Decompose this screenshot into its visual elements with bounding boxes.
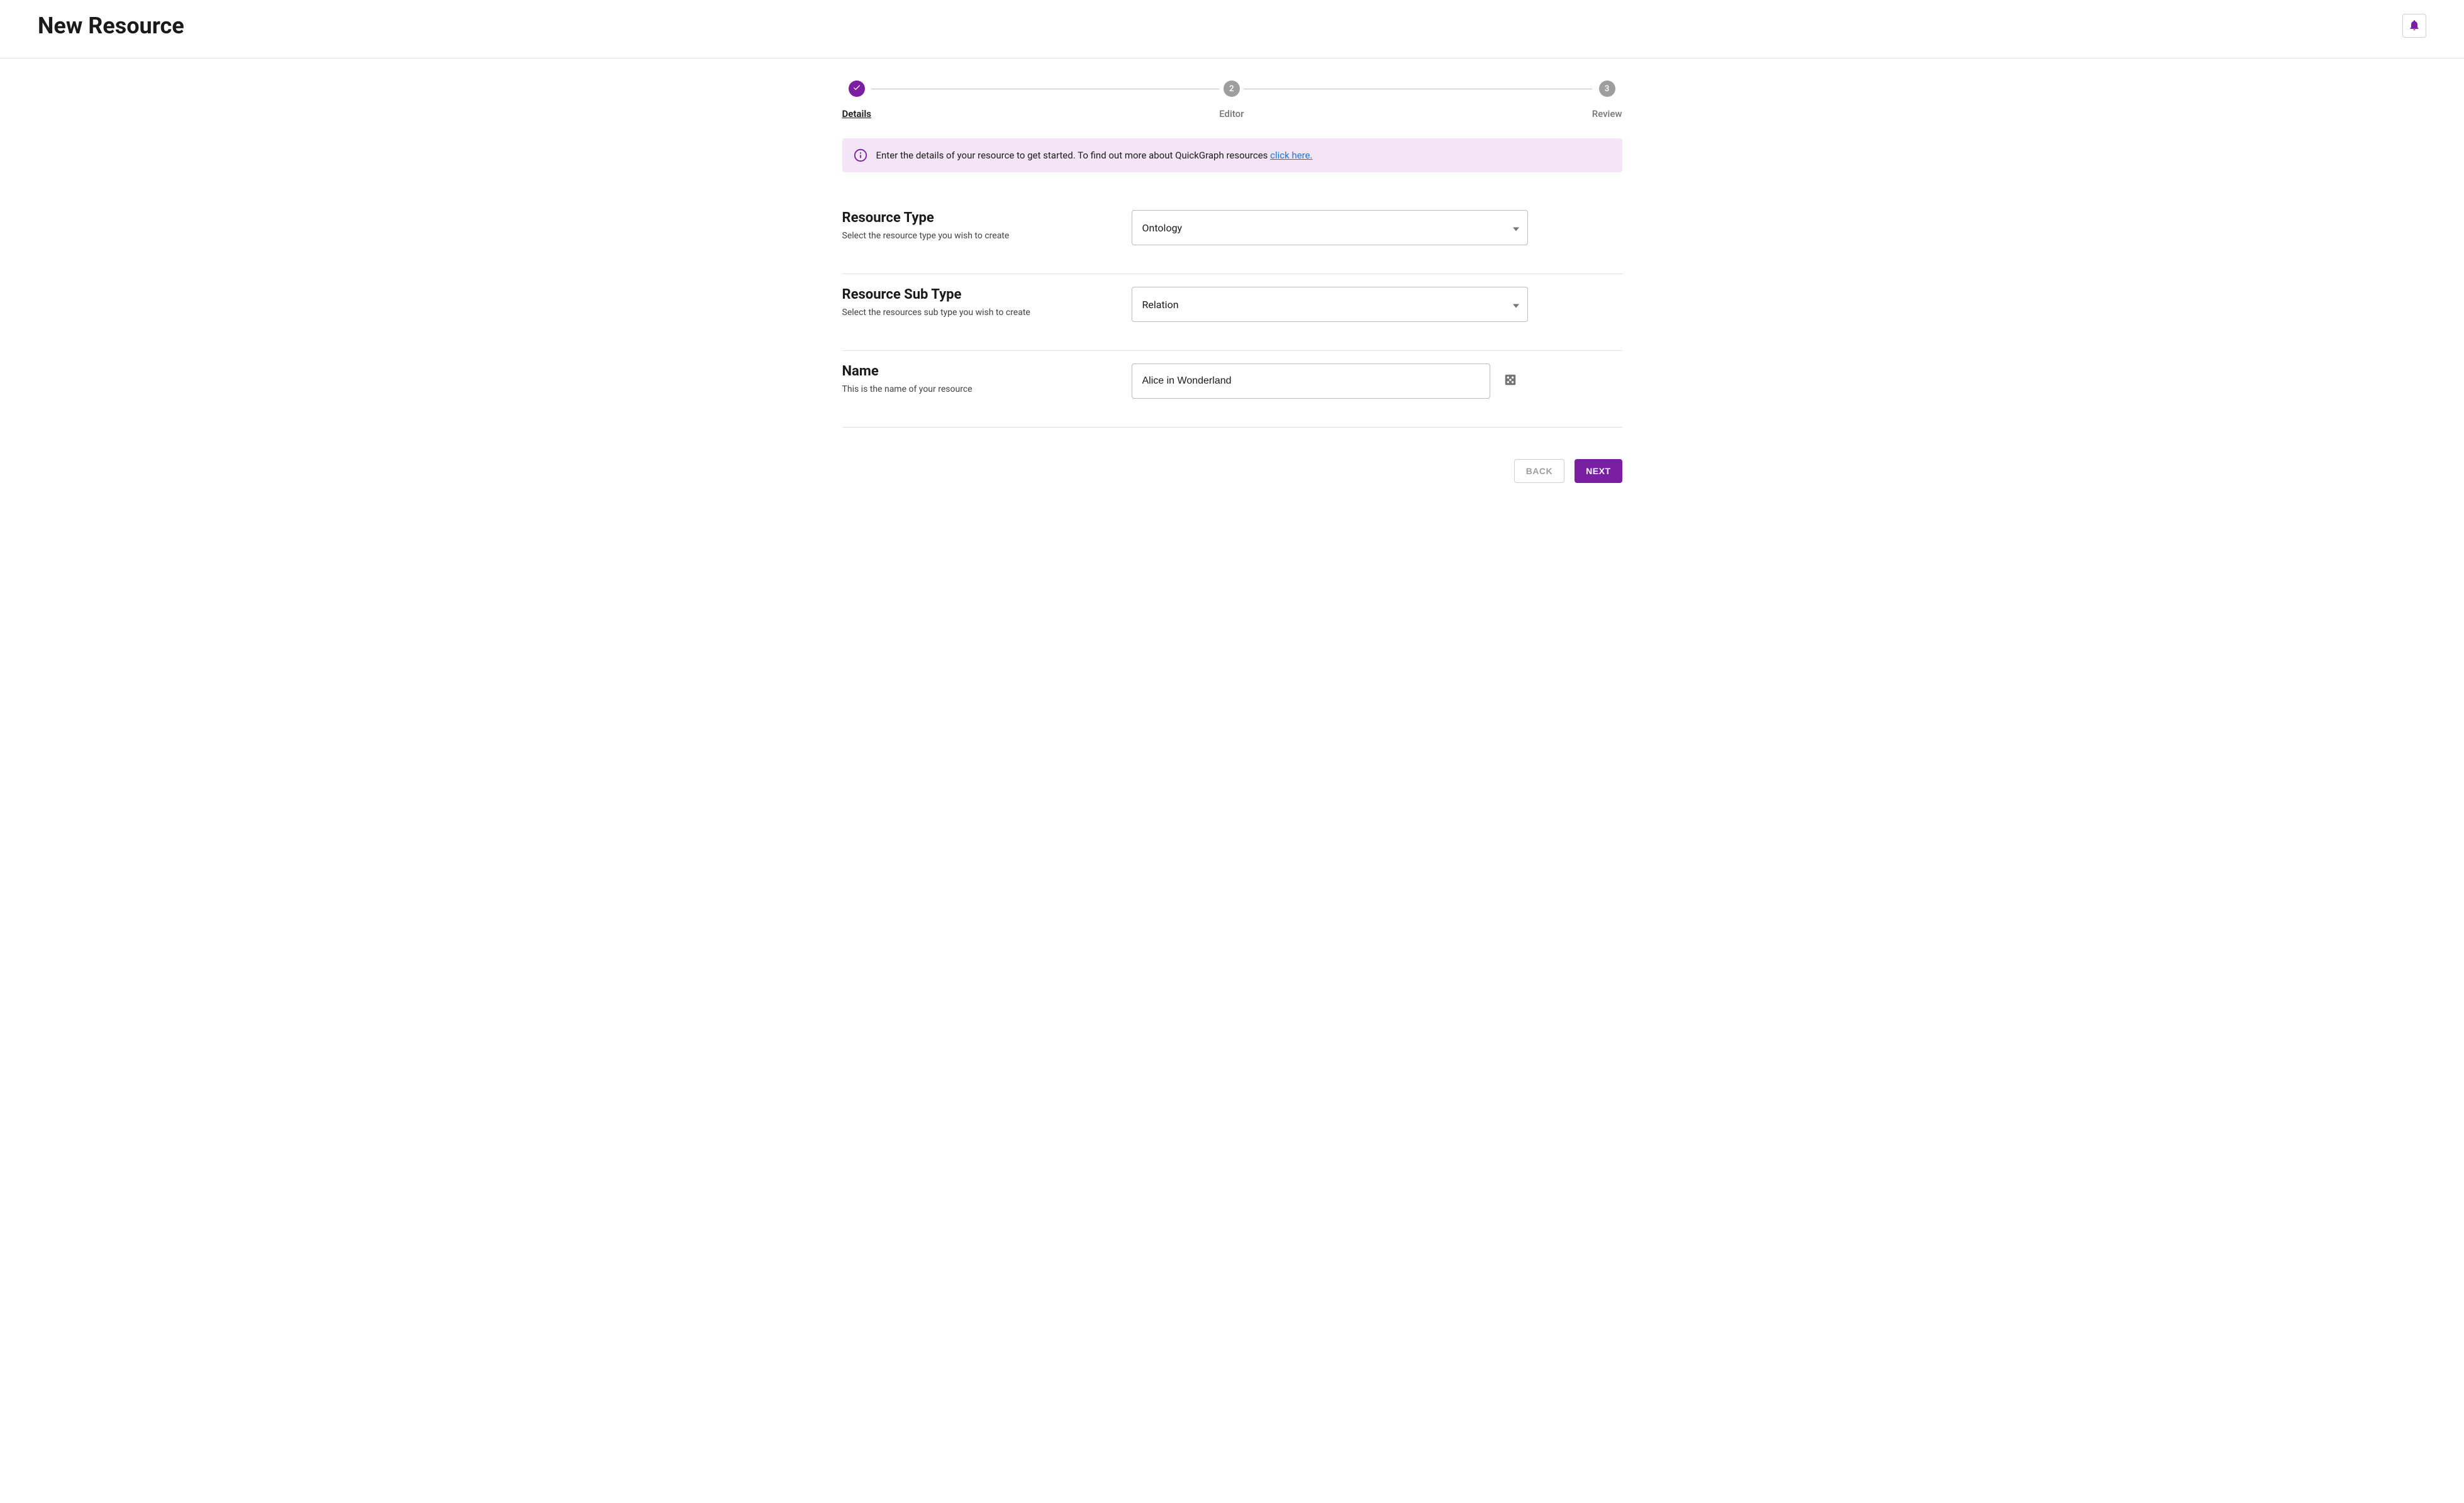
footer-buttons: Back Next [842,428,1622,483]
step-details[interactable]: Details [842,80,871,119]
step-editor[interactable]: 2 Editor [1219,80,1244,119]
label-title-resource-subtype: Resource Sub Type [842,287,1132,302]
label-title-resource-type: Resource Type [842,210,1132,226]
input-col-name [1132,363,1622,399]
label-col-resource-type: Resource Type Select the resource type y… [842,210,1132,245]
label-col-name: Name This is the name of your resource [842,363,1132,399]
resource-type-value: Ontology [1132,210,1528,245]
step-label-editor: Editor [1219,108,1244,119]
page-header: New Resource [0,0,2464,58]
section-name: Name This is the name of your resource [842,351,1622,428]
stepper: Details 2 Editor 3 Review [805,58,1660,138]
check-icon [852,83,861,94]
content: Enter the details of your resource to ge… [805,138,1660,508]
page-title: New Resource [38,13,184,39]
dice-icon [1503,373,1517,389]
next-button[interactable]: Next [1575,459,1622,483]
randomize-button[interactable] [1503,374,1518,389]
step-label-review: Review [1592,108,1622,119]
section-resource-type: Resource Type Select the resource type y… [842,197,1622,274]
label-desc-resource-type: Select the resource type you wish to cre… [842,231,1132,241]
step-circle-details [849,80,865,97]
resource-subtype-value: Relation [1132,287,1528,322]
label-desc-name: This is the name of your resource [842,384,1132,394]
step-review[interactable]: 3 Review [1592,80,1622,119]
resource-subtype-select[interactable]: Relation [1132,287,1528,322]
info-link[interactable]: click here. [1270,150,1312,161]
label-desc-resource-subtype: Select the resources sub type you wish t… [842,308,1132,318]
step-circle-editor: 2 [1224,80,1240,97]
info-banner: Enter the details of your resource to ge… [842,138,1622,172]
resource-type-select[interactable]: Ontology [1132,210,1528,245]
info-text-content: Enter the details of your resource to ge… [876,150,1271,161]
input-col-resource-type: Ontology [1132,210,1622,245]
step-label-details: Details [842,108,871,119]
step-circle-review: 3 [1599,80,1615,97]
bell-icon [2408,19,2421,33]
input-col-resource-subtype: Relation [1132,287,1622,322]
back-button[interactable]: Back [1514,459,1564,483]
label-col-resource-subtype: Resource Sub Type Select the resources s… [842,287,1132,322]
info-text: Enter the details of your resource to ge… [876,150,1313,161]
name-input[interactable] [1132,363,1490,399]
label-title-name: Name [842,363,1132,379]
info-icon [854,148,867,162]
section-resource-subtype: Resource Sub Type Select the resources s… [842,274,1622,351]
notifications-button[interactable] [2402,14,2426,38]
